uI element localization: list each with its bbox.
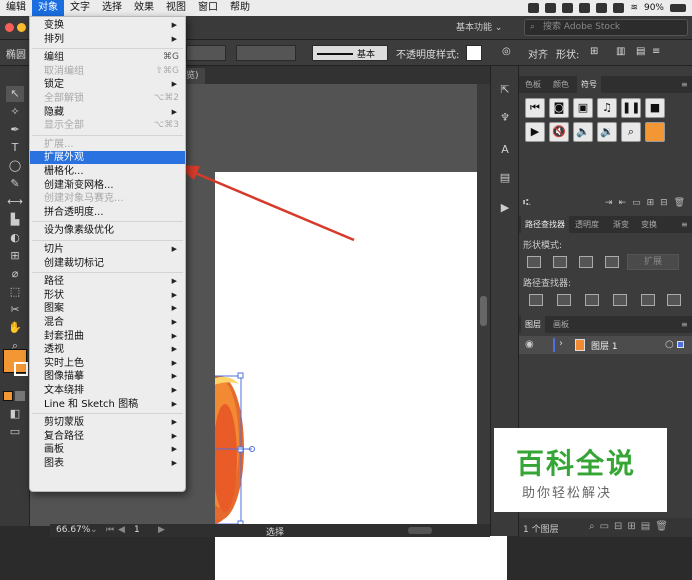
menu-item-shortcut: ⌥⌘3 xyxy=(153,120,179,131)
menu-item-label: 扩展外观 xyxy=(44,152,84,164)
menu-item-label: Line 和 Sketch 图稿 xyxy=(44,398,139,410)
menu-item-label: 创建裁切标记 xyxy=(44,257,104,269)
menu-item[interactable]: 扩展外观 xyxy=(30,151,185,165)
submenu-arrow-icon: ▶ xyxy=(171,331,177,340)
menu-item[interactable]: 全部解锁 ⌥⌘2 xyxy=(30,92,185,105)
submenu-arrow-icon: ▶ xyxy=(171,358,177,367)
menu-item-label: 拼合透明度... xyxy=(44,206,104,218)
menu-item-shortcut: ⌘G xyxy=(163,52,179,63)
submenu-arrow-icon: ▶ xyxy=(171,80,177,89)
submenu-arrow-icon: ▶ xyxy=(171,304,177,313)
menu-item-label: 创建渐变网格... xyxy=(44,179,114,191)
menu-item-shortcut: ⇧⌘G xyxy=(155,65,179,76)
menu-item[interactable]: 复合路径 ▶ xyxy=(30,430,185,443)
menu-item-label: 创建对象马赛克... xyxy=(44,193,124,205)
menu-item[interactable]: 变换 ▶ xyxy=(30,19,185,32)
submenu-arrow-icon: ▶ xyxy=(171,418,177,427)
menu-item-label: 变换 xyxy=(44,20,64,31)
menu-item[interactable]: 形状 ▶ xyxy=(30,289,185,302)
submenu-arrow-icon: ▶ xyxy=(171,431,177,440)
menu-item[interactable]: 设为像素级优化 xyxy=(30,224,185,237)
menu-item[interactable]: 取消编组 ⇧⌘G xyxy=(30,65,185,78)
menu-item-label: 图案 xyxy=(44,303,64,315)
submenu-arrow-icon: ▶ xyxy=(171,386,177,394)
submenu-arrow-icon: ▶ xyxy=(171,34,177,43)
submenu-arrow-icon: ▶ xyxy=(171,290,177,299)
menu-item-label: 图像描摹 xyxy=(44,371,84,383)
submenu-arrow-icon: ▶ xyxy=(171,21,177,29)
menu-item[interactable]: 创建渐变网格... xyxy=(30,179,185,192)
menu-item-label: 透视 xyxy=(44,344,64,356)
submenu-arrow-icon: ▶ xyxy=(171,318,177,326)
menu-item-label: 剪切蒙版 xyxy=(44,417,84,429)
menu-item[interactable]: 画板 ▶ xyxy=(30,443,185,456)
menu-item-label: 路径 xyxy=(44,276,64,288)
menu-item-label: 全部解锁 xyxy=(44,93,84,104)
menu-item-label: 混合 xyxy=(44,317,64,328)
menu-item[interactable]: 切片 ▶ xyxy=(30,243,185,256)
object-menu: 变换 ▶ 排列 ▶ 编组 ⌘G 取消编组 ⇧⌘G 锁定 ▶ 全部解锁 ⌥⌘2 隐藏 ▶ 显示全部 ⌥⌘3 扩展.… xyxy=(29,16,186,492)
menu-item-shortcut: ⌥⌘2 xyxy=(153,93,179,103)
menu-item-label: 锁定 xyxy=(44,79,64,91)
menu-item[interactable]: 图表 ▶ xyxy=(30,457,185,470)
menu-item[interactable]: 扩展... xyxy=(30,138,185,151)
menu-item[interactable]: 创建裁切标记 xyxy=(30,257,185,270)
menu-item[interactable]: 拼合透明度... xyxy=(30,206,185,219)
menu-separator xyxy=(32,221,183,223)
menu-item[interactable]: 排列 ▶ xyxy=(30,33,185,46)
menu-item-label: 画板 xyxy=(44,444,64,456)
menu-item[interactable]: 文本绕排 ▶ xyxy=(30,384,185,397)
menu-separator xyxy=(32,240,183,241)
menu-item-label: 编组 xyxy=(44,52,64,64)
menu-separator xyxy=(32,134,183,136)
menu-item[interactable]: 创建对象马赛克... xyxy=(30,192,185,205)
menu-item-label: 形状 xyxy=(44,289,64,301)
submenu-arrow-icon: ▶ xyxy=(171,245,177,253)
menu-item[interactable]: 混合 ▶ xyxy=(30,316,185,329)
menu-separator xyxy=(32,413,183,415)
menu-item[interactable]: 编组 ⌘G xyxy=(30,51,185,64)
menu-item-label: 文本绕排 xyxy=(44,385,84,396)
arrow-line xyxy=(187,168,355,242)
menu-item[interactable]: 实时上色 ▶ xyxy=(30,357,185,370)
submenu-arrow-icon: ▶ xyxy=(171,107,177,116)
menu-item-label: 复合路径 xyxy=(44,430,84,442)
menu-separator xyxy=(32,48,183,50)
menu-item[interactable]: 封套扭曲 ▶ xyxy=(30,330,185,343)
menu-item-label: 排列 xyxy=(44,33,64,45)
menu-item[interactable]: 隐藏 ▶ xyxy=(30,106,185,119)
menu-item-label: 隐藏 xyxy=(44,106,64,118)
submenu-arrow-icon: ▶ xyxy=(171,345,177,354)
menu-item[interactable]: Line 和 Sketch 图稿 ▶ xyxy=(30,398,185,411)
menu-item-label: 取消编组 xyxy=(44,65,84,77)
menu-item[interactable]: 图案 ▶ xyxy=(30,302,185,315)
menu-item[interactable]: 透视 ▶ xyxy=(30,343,185,356)
menu-item-label: 封套扭曲 xyxy=(44,330,84,342)
submenu-arrow-icon: ▶ xyxy=(171,445,177,454)
menu-item[interactable]: 图像描摹 ▶ xyxy=(30,370,185,383)
menu-item[interactable]: 栅格化... xyxy=(30,165,185,178)
menu-item-label: 实时上色 xyxy=(44,357,84,369)
menu-item-label: 切片 xyxy=(44,244,64,255)
menu-item-label: 栅格化... xyxy=(44,166,84,177)
menu-item[interactable]: 显示全部 ⌥⌘3 xyxy=(30,119,185,132)
menu-item[interactable]: 路径 ▶ xyxy=(30,275,185,288)
submenu-arrow-icon: ▶ xyxy=(171,399,177,408)
submenu-arrow-icon: ▶ xyxy=(171,459,177,467)
menu-item-label: 扩展... xyxy=(44,138,74,150)
submenu-arrow-icon: ▶ xyxy=(171,372,177,381)
menu-item-label: 设为像素级优化 xyxy=(44,225,114,237)
menu-separator xyxy=(32,272,183,274)
submenu-arrow-icon: ▶ xyxy=(171,277,177,286)
menu-item[interactable]: 剪切蒙版 ▶ xyxy=(30,416,185,429)
menu-item-label: 图表 xyxy=(44,458,64,469)
menu-item[interactable]: 锁定 ▶ xyxy=(30,78,185,91)
menu-item-label: 显示全部 xyxy=(44,120,84,132)
